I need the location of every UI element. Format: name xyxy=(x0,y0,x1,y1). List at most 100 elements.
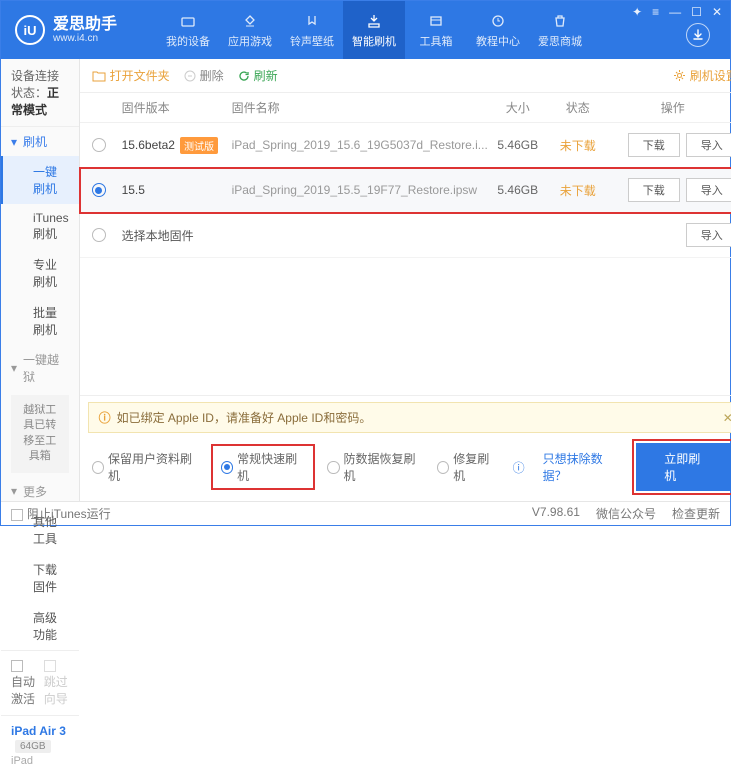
main-nav: 我的设备应用游戏 铃声壁纸 智能刷机 工具箱 教程中心 爱思商城 xyxy=(157,1,591,59)
info-icon[interactable]: ⓘ xyxy=(513,459,525,476)
download-button[interactable]: 下载 xyxy=(628,133,680,157)
app-logo: iU 爱思助手 www.i4.cn xyxy=(1,15,117,45)
sidebar-group-一键越狱[interactable]: ▾一键越狱 xyxy=(1,345,79,391)
chevron-down-icon: ▾ xyxy=(11,135,17,149)
device-status: 设备连接状态：正常模式 xyxy=(1,59,79,127)
block-itunes-checkbox[interactable]: 阻止iTunes运行 xyxy=(11,505,111,522)
notice-close-icon[interactable]: ✕ xyxy=(723,411,731,425)
mode-anti-recovery[interactable]: 防数据恢复刷机 xyxy=(327,450,423,484)
mode-normal[interactable]: 常规快速刷机 xyxy=(213,446,313,488)
nav-智能刷机[interactable]: 智能刷机 xyxy=(343,1,405,59)
nav-爱思商城[interactable]: 爱思商城 xyxy=(529,1,591,59)
firmware-size: 5.46GB xyxy=(488,138,548,152)
download-button[interactable]: 下载 xyxy=(628,178,680,202)
refresh-icon xyxy=(238,70,250,82)
minimize-icon[interactable]: — xyxy=(669,5,681,19)
import-button[interactable]: 导入 xyxy=(686,178,731,202)
sidebar-note: 越狱工具已转移至工具箱 xyxy=(11,395,69,473)
col-version: 固件版本 xyxy=(122,99,232,116)
nav-工具箱[interactable]: 工具箱 xyxy=(405,1,467,59)
firmware-row[interactable]: 15.6beta2测试版iPad_Spring_2019_15.6_19G503… xyxy=(80,123,731,168)
import-button[interactable]: 导入 xyxy=(686,223,731,247)
chevron-down-icon: ▾ xyxy=(11,361,17,375)
main-content: 打开文件夹 删除 刷新 刷机设置 固件版本 固件名称 大小 状态 操作 15.6… xyxy=(80,59,731,501)
wechat-link[interactable]: 微信公众号 xyxy=(596,505,656,522)
col-status: 状态 xyxy=(548,99,608,116)
sidebar-item-下载固件[interactable]: 下载固件 xyxy=(1,554,79,602)
mode-keep-data[interactable]: 保留用户资料刷机 xyxy=(92,450,199,484)
sidebar-item-高级功能[interactable]: 高级功能 xyxy=(1,602,79,650)
brand-name: 爱思助手 xyxy=(53,16,117,34)
nav-icon xyxy=(551,12,569,30)
row-radio[interactable] xyxy=(92,183,106,197)
nav-icon xyxy=(303,12,321,30)
folder-icon xyxy=(92,70,106,82)
sidebar-item-一键刷机[interactable]: 一键刷机 xyxy=(1,156,79,204)
mode-repair[interactable]: 修复刷机 xyxy=(437,450,499,484)
nav-icon xyxy=(179,12,197,30)
skin-icon[interactable]: ✦ xyxy=(632,5,642,19)
download-manager-icon[interactable] xyxy=(686,23,710,47)
window-controls: ✦ ≡ — ☐ ✕ xyxy=(632,5,722,19)
flash-mode-row: 保留用户资料刷机 常规快速刷机 防数据恢复刷机 修复刷机 ⓘ 只想抹除数据？ 立… xyxy=(80,433,731,501)
refresh-button[interactable]: 刷新 xyxy=(238,67,278,84)
nav-label: 教程中心 xyxy=(476,33,520,49)
erase-data-link[interactable]: 只想抹除数据？ xyxy=(543,450,623,484)
local-firmware-label: 选择本地固件 xyxy=(122,227,608,244)
sidebar-item-专业刷机[interactable]: 专业刷机 xyxy=(1,249,79,297)
flash-now-button[interactable]: 立即刷机 xyxy=(636,443,731,491)
notice-bar: ⓘ 如已绑定 Apple ID，请准备好 Apple ID和密码。 ✕ xyxy=(88,402,731,433)
status-bar: 阻止iTunes运行 V7.98.61 微信公众号 检查更新 xyxy=(1,501,730,525)
logo-icon: iU xyxy=(15,15,45,45)
chevron-down-icon: ▾ xyxy=(11,484,17,498)
notice-text: 如已绑定 Apple ID，请准备好 Apple ID和密码。 xyxy=(117,409,372,426)
nav-label: 智能刷机 xyxy=(352,33,396,49)
sidebar-item-批量刷机[interactable]: 批量刷机 xyxy=(1,297,79,345)
menu-icon[interactable]: ≡ xyxy=(652,5,659,19)
close-icon[interactable]: ✕ xyxy=(712,5,722,19)
table-header: 固件版本 固件名称 大小 状态 操作 xyxy=(80,93,731,123)
version-label: V7.98.61 xyxy=(532,505,580,522)
sidebar-item-iTunes刷机[interactable]: iTunes刷机 xyxy=(1,204,79,249)
check-update-link[interactable]: 检查更新 xyxy=(672,505,720,522)
firmware-version: 15.5 xyxy=(122,183,232,197)
sidebar-group-更多[interactable]: ▾更多 xyxy=(1,477,79,506)
col-name: 固件名称 xyxy=(232,99,488,116)
skip-guide-checkbox[interactable]: 跳过向导 xyxy=(44,659,69,707)
nav-label: 工具箱 xyxy=(420,33,453,49)
firmware-version: 15.6beta2测试版 xyxy=(122,137,232,154)
firmware-name: iPad_Spring_2019_15.6_19G5037d_Restore.i… xyxy=(232,138,488,152)
brand-url: www.i4.cn xyxy=(53,33,117,44)
nav-铃声壁纸[interactable]: 铃声壁纸 xyxy=(281,1,343,59)
maximize-icon[interactable]: ☐ xyxy=(691,5,702,19)
import-button[interactable]: 导入 xyxy=(686,133,731,157)
nav-label: 应用游戏 xyxy=(228,33,272,49)
firmware-status: 未下载 xyxy=(548,182,608,199)
delete-icon xyxy=(184,70,196,82)
flash-settings-button[interactable]: 刷机设置 xyxy=(673,67,731,84)
auto-activate-checkbox[interactable]: 自动激活 xyxy=(11,659,36,707)
row-radio[interactable] xyxy=(92,138,106,152)
sidebar-group-刷机[interactable]: ▾刷机 xyxy=(1,127,79,156)
device-info[interactable]: iPad Air 3 64GB iPad xyxy=(1,715,79,775)
nav-我的设备[interactable]: 我的设备 xyxy=(157,1,219,59)
gear-icon xyxy=(673,69,686,82)
sidebar: 设备连接状态：正常模式 ▾刷机一键刷机iTunes刷机专业刷机批量刷机▾一键越狱… xyxy=(1,59,80,501)
delete-button[interactable]: 删除 xyxy=(184,67,224,84)
nav-label: 铃声壁纸 xyxy=(290,33,334,49)
device-name: iPad Air 3 xyxy=(11,724,66,738)
warning-icon: ⓘ xyxy=(99,409,111,426)
sidebar-options: 自动激活 跳过向导 xyxy=(1,650,79,715)
local-radio[interactable] xyxy=(92,228,106,242)
nav-教程中心[interactable]: 教程中心 xyxy=(467,1,529,59)
nav-icon xyxy=(427,12,445,30)
device-type: iPad xyxy=(11,755,69,767)
local-firmware-row[interactable]: 选择本地固件 导入 xyxy=(80,213,731,258)
beta-badge: 测试版 xyxy=(180,137,218,154)
nav-icon xyxy=(489,12,507,30)
firmware-row[interactable]: 15.5iPad_Spring_2019_15.5_19F77_Restore.… xyxy=(80,168,731,213)
nav-label: 爱思商城 xyxy=(538,33,582,49)
open-folder-button[interactable]: 打开文件夹 xyxy=(92,67,170,84)
toolbar: 打开文件夹 删除 刷新 刷机设置 xyxy=(80,59,731,93)
nav-应用游戏[interactable]: 应用游戏 xyxy=(219,1,281,59)
